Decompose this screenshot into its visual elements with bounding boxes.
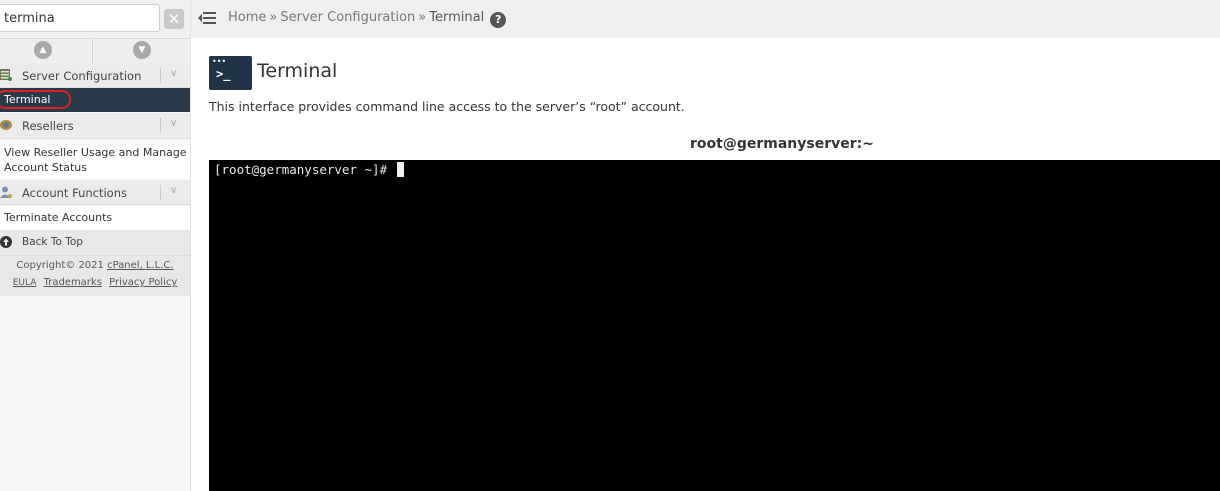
copyright-text: Copyright© 2021 [16, 260, 104, 271]
breadcrumb-current: Terminal [429, 10, 485, 25]
breadcrumb-separator: » [418, 10, 427, 25]
top-bar: Home» Server Configuration» Terminal? [191, 0, 1220, 38]
prompt-glyph: >_ [216, 67, 231, 81]
divider [160, 185, 161, 200]
expand-all-button[interactable]: ▼ [133, 41, 151, 59]
terminal-header: root@germanyserver:~ [690, 136, 874, 152]
category-account-functions[interactable]: Account Functions ∨ [0, 180, 190, 205]
category-server-configuration[interactable]: Server Configuration ∨ [0, 63, 190, 88]
sidebar: ✕ ▲ ▼ Server Configuration ∨ Terminal Re… [0, 0, 191, 491]
sidebar-item-label: Terminate Accounts [4, 211, 113, 224]
clear-search-button[interactable]: ✕ [164, 9, 184, 29]
sidebar-footer: Copyright© 2021 cPanel, L.L.C. EULA Trad… [0, 256, 190, 296]
terminal-line: [root@germanyserver ~]# [214, 162, 404, 177]
eula-link[interactable]: EULA [13, 278, 37, 288]
cpanel-link[interactable]: cPanel, L.L.C. [107, 260, 174, 271]
help-icon[interactable]: ? [490, 12, 507, 28]
chevron-down-icon[interactable]: ∨ [170, 118, 177, 129]
breadcrumb-home[interactable]: Home [228, 10, 266, 25]
arrow-up-icon [0, 236, 12, 248]
category-resellers[interactable]: Resellers ∨ [0, 113, 190, 139]
trademarks-link[interactable]: Trademarks [44, 277, 102, 288]
search-area: ✕ [0, 0, 190, 38]
server-config-icon [0, 69, 12, 81]
terminal-icon: ••• >_ [209, 56, 252, 90]
divider [160, 118, 161, 133]
collapse-controls: ▲ ▼ [0, 38, 190, 64]
page-title: Terminal [257, 60, 338, 82]
page-description: This interface provides command line acc… [209, 99, 685, 114]
sidebar-item-label: View Reseller Usage and Manage Account S… [4, 146, 187, 174]
highlight-circle [0, 90, 71, 109]
sidebar-item-view-reseller-usage[interactable]: View Reseller Usage and Manage Account S… [0, 145, 190, 179]
category-label: Resellers [22, 119, 74, 133]
chevron-down-icon[interactable]: ∨ [170, 68, 177, 79]
divider [160, 68, 161, 83]
chevron-down-icon[interactable]: ∨ [170, 185, 177, 196]
terminal-prompt: [root@germanyserver ~]# [214, 162, 395, 177]
search-input[interactable] [0, 4, 160, 32]
category-label: Account Functions [22, 186, 127, 200]
menu-toggle-icon[interactable] [197, 10, 217, 30]
terminal-window[interactable]: [root@germanyserver ~]# [209, 160, 1220, 491]
back-to-top-label: Back To Top [22, 236, 83, 248]
window-dots: ••• [212, 57, 227, 66]
sidebar-item-terminate-accounts[interactable]: Terminate Accounts [0, 206, 190, 230]
category-label: Server Configuration [22, 69, 142, 83]
privacy-policy-link[interactable]: Privacy Policy [109, 277, 177, 288]
sidebar-item-terminal[interactable]: Terminal [0, 88, 190, 112]
resellers-icon [0, 119, 12, 131]
terminal-cursor [396, 162, 404, 177]
account-functions-icon [0, 186, 12, 198]
breadcrumb: Home» Server Configuration» Terminal? [228, 10, 507, 28]
back-to-top-button[interactable]: Back To Top [0, 230, 190, 256]
breadcrumb-server-configuration[interactable]: Server Configuration [280, 10, 415, 25]
collapse-all-button[interactable]: ▲ [34, 41, 52, 59]
breadcrumb-separator: » [269, 10, 278, 25]
divider [92, 39, 93, 63]
